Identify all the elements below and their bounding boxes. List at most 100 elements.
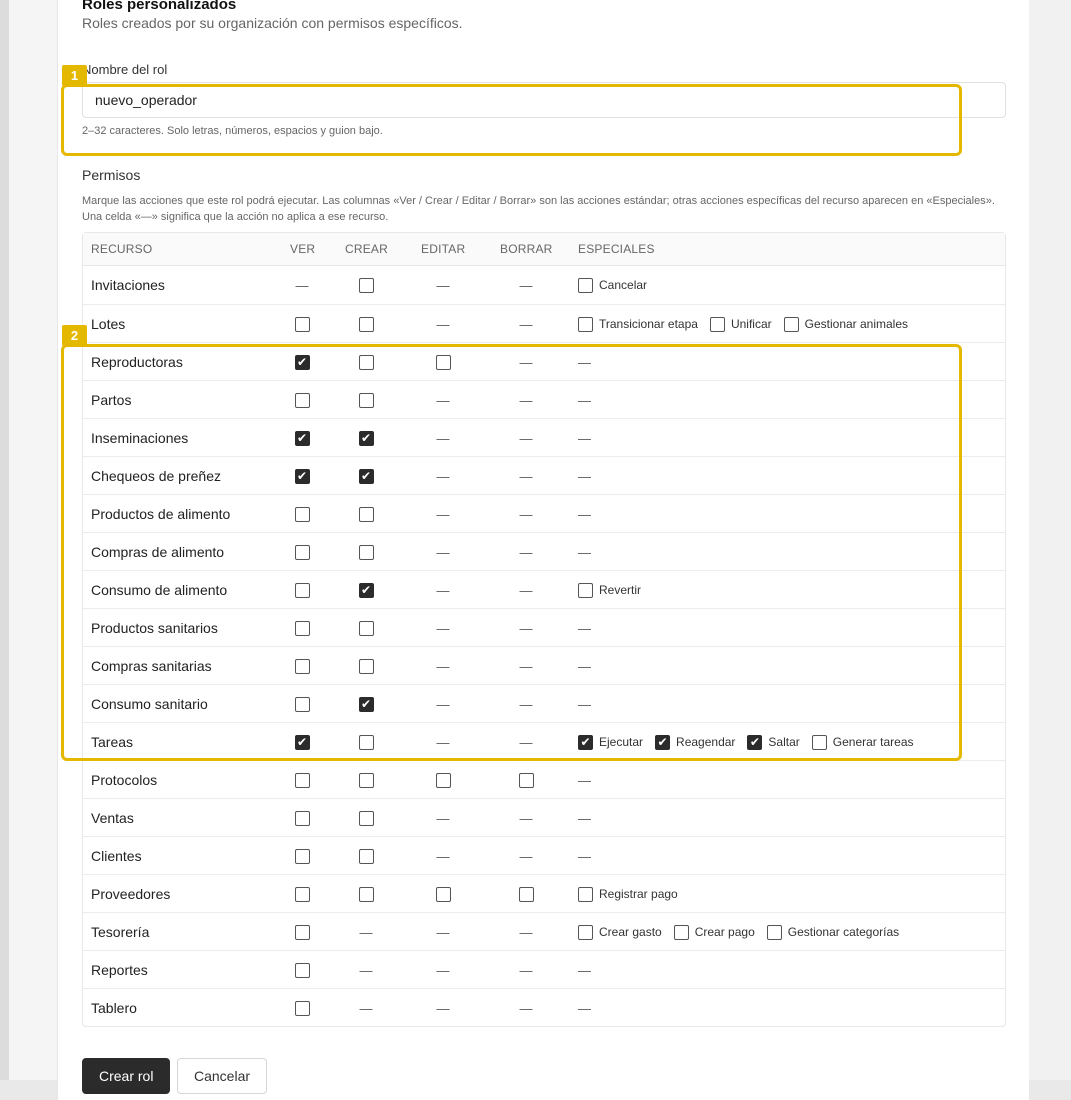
create-role-button[interactable]: Crear rol	[82, 1058, 171, 1094]
permission-checkbox-ver[interactable]	[294, 506, 310, 522]
special-action-label: Generar tareas	[832, 735, 914, 749]
permission-checkbox-editar[interactable]	[435, 354, 451, 370]
special-action-checkbox[interactable]	[578, 582, 593, 598]
permissions-table-header: RECURSO VER CREAR EDITAR BORRAR ESPECIAL…	[83, 233, 1005, 266]
not-applicable-dash: —	[359, 1000, 373, 1016]
column-header-ver: VER	[290, 242, 316, 256]
special-action-checkbox[interactable]	[811, 734, 827, 750]
permission-checkbox-ver[interactable]	[294, 316, 310, 332]
permission-checkbox-crear[interactable]	[358, 810, 374, 826]
permission-cell-borrar: —	[516, 989, 536, 1027]
special-action-checkbox[interactable]	[578, 886, 593, 902]
permission-checkbox-crear[interactable]	[358, 886, 374, 902]
permission-cell-ver: —	[292, 266, 312, 304]
permission-checkbox-crear[interactable]	[358, 316, 374, 332]
permission-checkbox-crear[interactable]: ✔	[358, 430, 374, 446]
permission-checkbox-ver[interactable]	[294, 810, 310, 826]
permission-cell-ver: ✔	[292, 343, 312, 381]
not-applicable-dash: —	[578, 506, 591, 522]
permission-checkbox-ver[interactable]	[294, 848, 310, 864]
special-action-option[interactable]: ✔ Reagendar	[655, 734, 735, 750]
special-action-checkbox[interactable]	[578, 277, 593, 293]
special-action-checkbox[interactable]	[578, 316, 593, 332]
special-action-checkbox[interactable]	[673, 924, 689, 940]
permission-checkbox-crear[interactable]: ✔	[358, 582, 374, 598]
special-action-checkbox[interactable]: ✔	[578, 734, 593, 750]
permission-checkbox-ver[interactable]: ✔	[294, 354, 310, 370]
special-action-checkbox[interactable]: ✔	[655, 734, 671, 750]
table-row: Tesorería — — — Crear gasto Crear pago Gestion…	[83, 912, 1005, 950]
permission-checkbox-editar[interactable]	[435, 886, 451, 902]
permission-checkbox-ver[interactable]	[294, 962, 310, 978]
not-applicable-dash: —	[578, 696, 591, 712]
permission-checkbox-ver[interactable]	[294, 392, 310, 408]
not-applicable-dash: —	[436, 962, 450, 978]
permission-cell-borrar: —	[516, 951, 536, 989]
table-row: Proveedores Registrar pago	[83, 874, 1005, 912]
permission-checkbox-ver[interactable]	[294, 544, 310, 560]
permission-checkbox-ver[interactable]	[294, 924, 310, 940]
special-action-option[interactable]: Registrar pago	[578, 886, 678, 902]
permission-checkbox-ver[interactable]	[294, 696, 310, 712]
special-action-checkbox[interactable]	[766, 924, 782, 940]
table-row: Lotes — — Transicionar etapa Unificar Gestion…	[83, 304, 1005, 342]
permission-checkbox-ver[interactable]	[294, 620, 310, 636]
permission-checkbox-crear[interactable]	[358, 620, 374, 636]
permissions-table-body: Invitaciones — — — Cancelar Lotes — — Transicion…	[83, 266, 1005, 1026]
special-action-option[interactable]: Cancelar	[578, 277, 647, 293]
table-row: Tablero — — — —	[83, 988, 1005, 1026]
special-action-checkbox[interactable]: ✔	[747, 734, 763, 750]
resource-name: Partos	[91, 392, 132, 408]
permission-checkbox-ver[interactable]: ✔	[294, 430, 310, 446]
permission-checkbox-ver[interactable]	[294, 772, 310, 788]
permission-checkbox-crear[interactable]	[358, 772, 374, 788]
permission-checkbox-crear[interactable]	[358, 506, 374, 522]
permission-checkbox-borrar[interactable]	[518, 772, 534, 788]
special-actions: —	[578, 989, 591, 1027]
permission-checkbox-crear[interactable]: ✔	[358, 696, 374, 712]
not-applicable-dash: —	[578, 962, 591, 978]
table-row: Compras sanitarias — — —	[83, 646, 1005, 684]
not-applicable-dash: —	[519, 544, 533, 560]
special-action-option[interactable]: Crear gasto	[578, 924, 662, 940]
special-action-option[interactable]: Gestionar categorías	[766, 924, 899, 940]
special-action-option[interactable]: Unificar	[709, 316, 772, 332]
permission-checkbox-crear[interactable]	[358, 734, 374, 750]
special-action-option[interactable]: Crear pago	[673, 924, 755, 940]
cancel-button[interactable]: Cancelar	[177, 1058, 268, 1094]
special-action-checkbox[interactable]	[783, 316, 799, 332]
permission-checkbox-ver[interactable]: ✔	[294, 468, 310, 484]
permission-checkbox-ver[interactable]: ✔	[294, 734, 310, 750]
permission-checkbox-crear[interactable]	[358, 354, 374, 370]
permission-checkbox-ver[interactable]	[294, 1000, 310, 1016]
check-icon: ✔	[360, 697, 372, 711]
special-action-option[interactable]: Transicionar etapa	[578, 316, 698, 332]
permission-checkbox-crear[interactable]	[358, 392, 374, 408]
special-action-option[interactable]: Revertir	[578, 582, 641, 598]
permission-checkbox-ver[interactable]	[294, 582, 310, 598]
not-applicable-dash: —	[519, 1000, 533, 1016]
special-action-checkbox[interactable]	[578, 924, 593, 940]
special-action-option[interactable]: ✔ Saltar	[747, 734, 800, 750]
special-action-option[interactable]: Gestionar animales	[783, 316, 908, 332]
role-name-input[interactable]	[82, 82, 1006, 118]
special-action-checkbox[interactable]	[709, 316, 725, 332]
check-icon: ✔	[296, 431, 308, 445]
table-row: Ventas — — —	[83, 798, 1005, 836]
permission-checkbox-borrar[interactable]	[518, 886, 534, 902]
permission-checkbox-crear[interactable]	[358, 277, 374, 293]
permission-checkbox-crear[interactable]: ✔	[358, 468, 374, 484]
permission-checkbox-crear[interactable]	[358, 544, 374, 560]
permission-cell-editar: —	[433, 305, 453, 343]
permission-checkbox-crear[interactable]	[358, 848, 374, 864]
special-action-option[interactable]: ✔ Ejecutar	[578, 734, 643, 750]
permission-checkbox-ver[interactable]	[294, 886, 310, 902]
permissions-table: RECURSO VER CREAR EDITAR BORRAR ESPECIAL…	[82, 232, 1006, 1027]
permission-cell-borrar: —	[516, 609, 536, 647]
permission-checkbox-ver[interactable]	[294, 658, 310, 674]
permission-checkbox-editar[interactable]	[435, 772, 451, 788]
permission-cell-borrar: —	[516, 799, 536, 837]
special-action-option[interactable]: Generar tareas	[811, 734, 914, 750]
permission-checkbox-crear[interactable]	[358, 658, 374, 674]
permission-cell-crear: ✔	[356, 685, 376, 723]
